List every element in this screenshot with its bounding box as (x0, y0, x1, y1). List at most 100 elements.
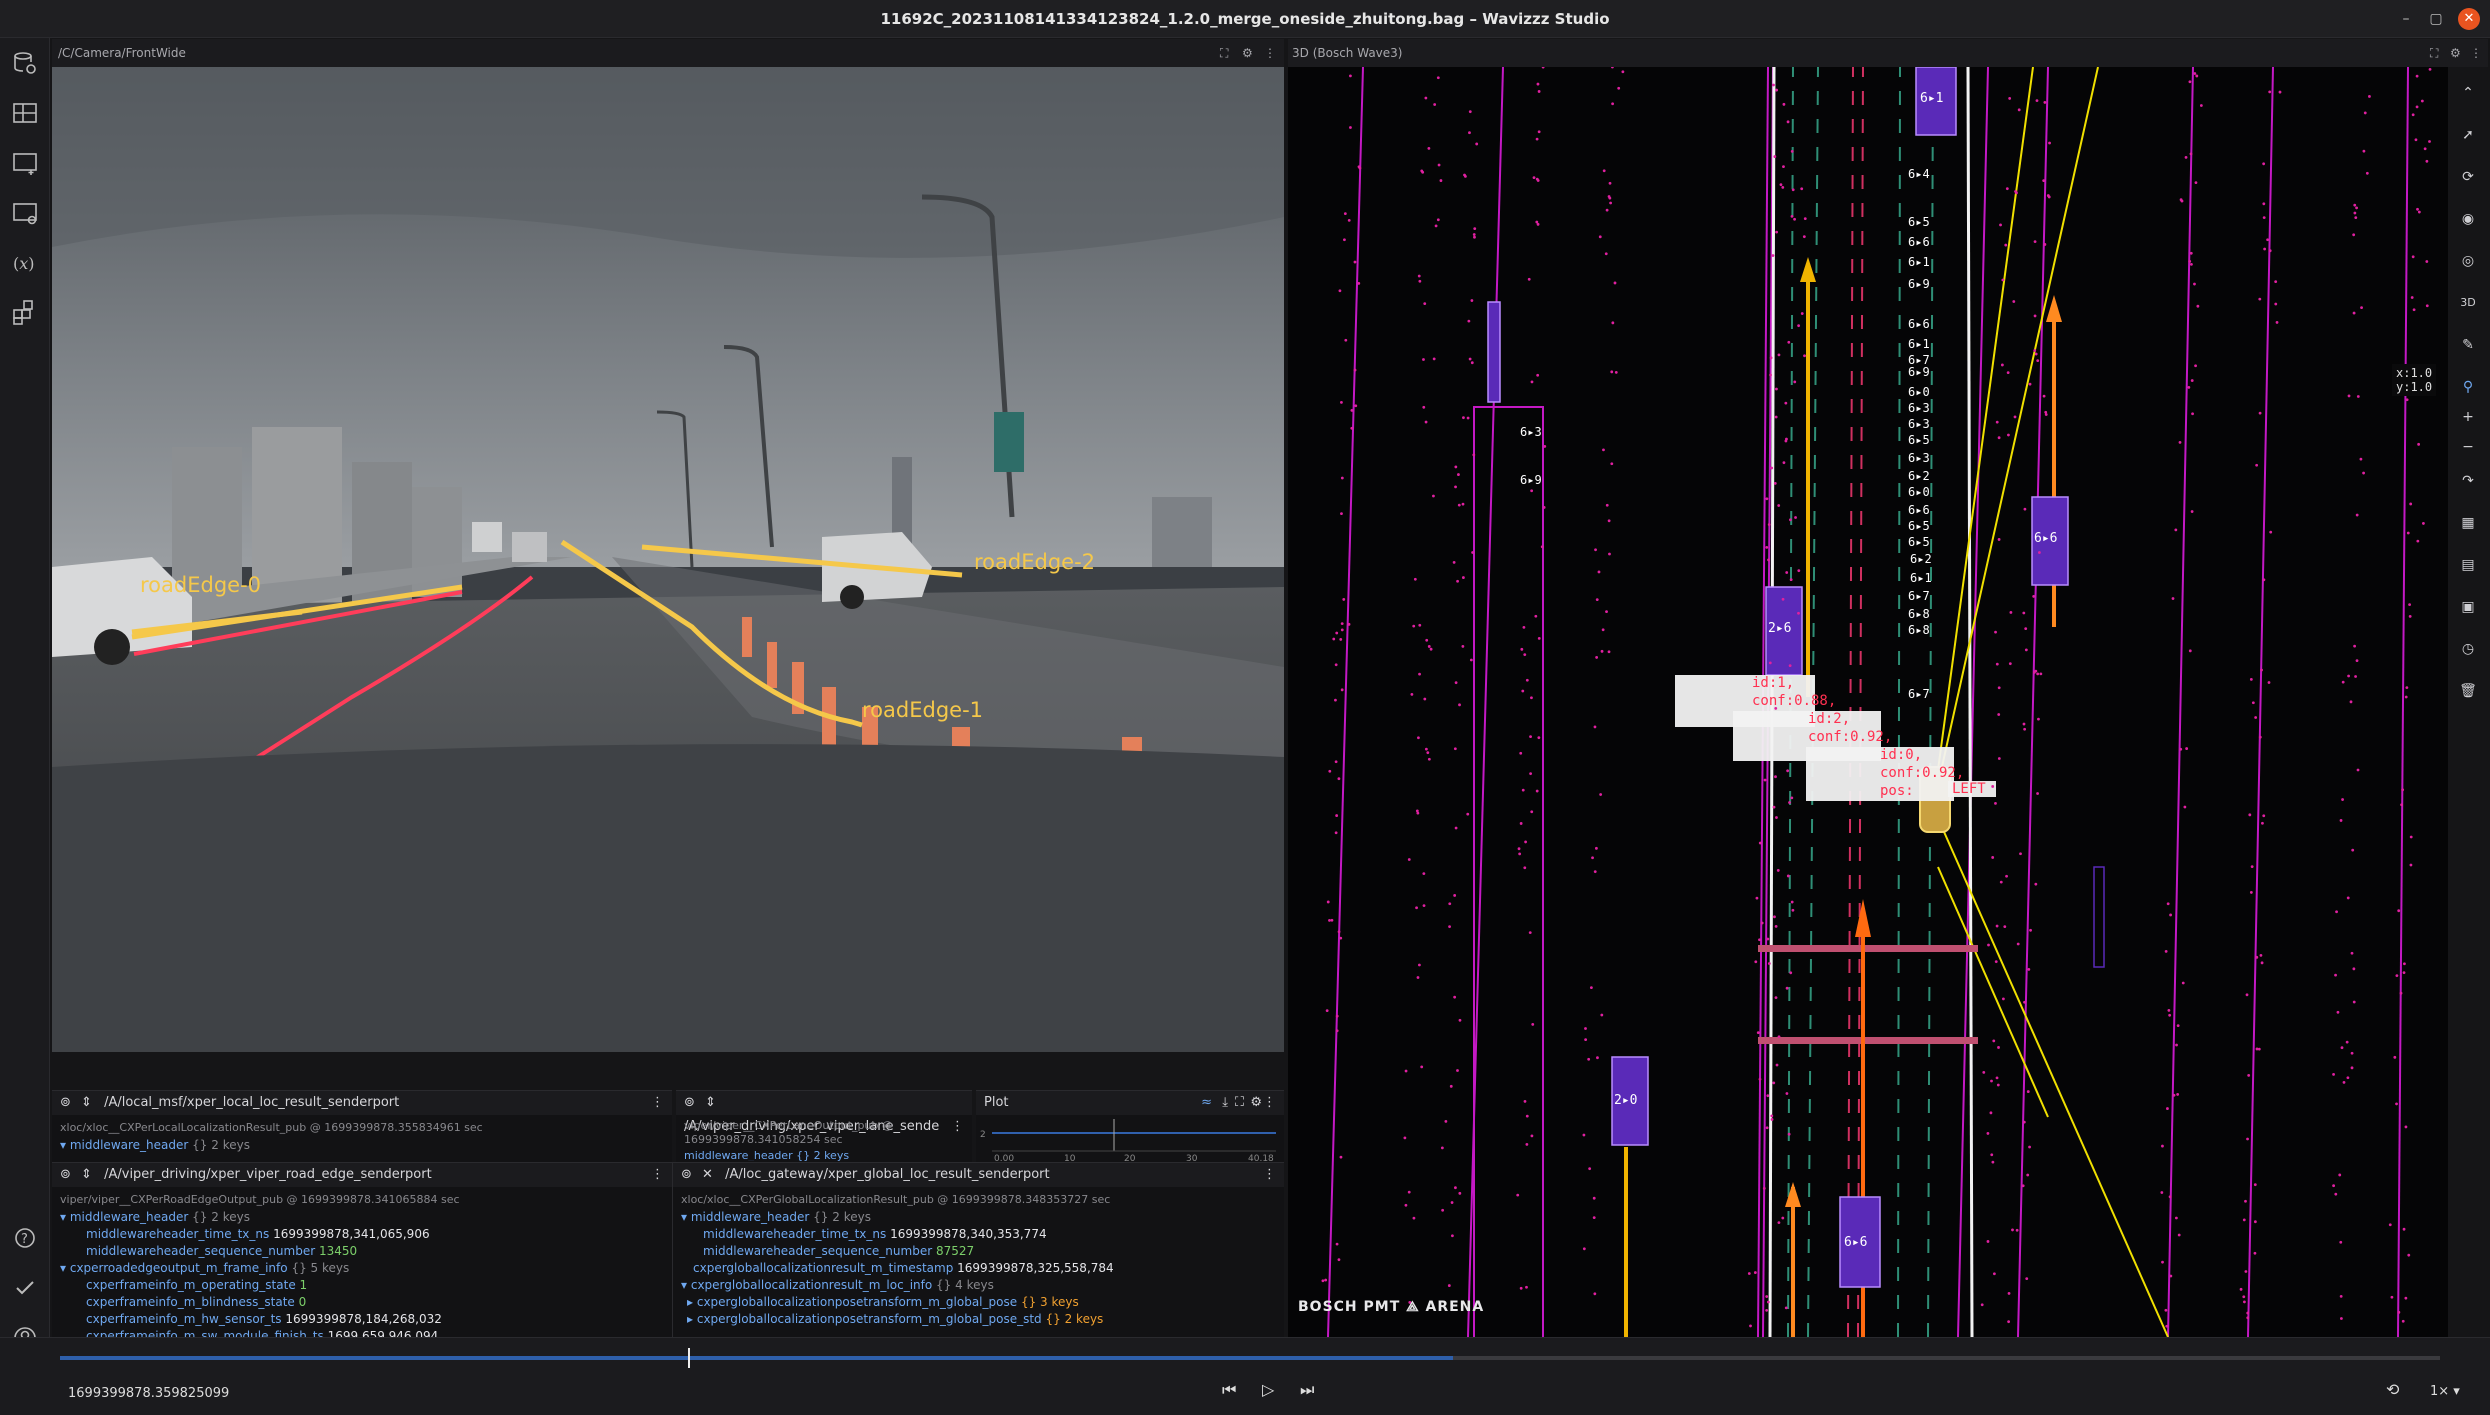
point-marker (1788, 664, 1792, 668)
zoom-in-icon[interactable]: + (2454, 403, 2482, 431)
more-menu-icon[interactable]: ⋮ (951, 1115, 964, 1139)
point-marker (1996, 1083, 2000, 1087)
help-icon[interactable]: ? (10, 1223, 40, 1253)
layers-icon[interactable]: ▣ (2454, 593, 2482, 621)
tree-row[interactable]: cxpergloballocalizationresult_m_timestam… (693, 1260, 1114, 1277)
point-marker (1605, 208, 1609, 212)
3d-view-icon[interactable]: 3D (2454, 289, 2482, 317)
loop-icon[interactable]: ⟲ (2386, 1380, 2399, 1399)
point-marker (1997, 1046, 2000, 1049)
tree-row[interactable]: middlewareheader_time_tx_ns 1699399878,3… (703, 1226, 1047, 1243)
tree-row[interactable]: cxperframeinfo_m_operating_state 1 (86, 1277, 307, 1294)
add-panel-icon[interactable] (10, 148, 40, 178)
tree-row[interactable]: cxperframeinfo_m_hw_sensor_ts 1699399878… (86, 1311, 442, 1328)
trash-icon[interactable]: 🗑 (2454, 677, 2482, 705)
point-marker (1350, 426, 1354, 430)
point-marker (1535, 137, 1539, 141)
tree-row[interactable]: cxperframeinfo_m_blindness_state 0 (86, 1294, 306, 1311)
road-edge-topic[interactable]: /A/viper_driving/xper_viper_road_edge_se… (104, 1167, 432, 1182)
tree-row[interactable]: ▸ cxpergloballocalizationposetransform_m… (687, 1311, 1103, 1328)
road-edge-subtitle: viper/viper__CXPerRoadEdgeOutput_pub @ 1… (60, 1193, 460, 1206)
speed-select[interactable]: 1× ▾ (2430, 1384, 2460, 1399)
link-icon[interactable]: ≈ (1201, 1091, 1212, 1115)
plot-chart[interactable]: 2 0.00 10 20 30 40.18 (976, 1115, 1284, 1163)
expand-icon[interactable]: ⇕ (81, 1167, 92, 1182)
gps-icon[interactable]: ◎ (2454, 247, 2482, 275)
download-icon[interactable]: ⤓ (1222, 1091, 1228, 1115)
map-icon[interactable]: ▦ (2454, 509, 2482, 537)
point-marker (1773, 915, 1776, 919)
expand-icon[interactable]: ⇕ (705, 1095, 716, 1110)
point-marker (1789, 518, 1792, 522)
tree-row[interactable]: middlewareheader_sequence_number 13450 (86, 1243, 357, 1260)
zoom-out-icon[interactable]: − (2454, 433, 2482, 461)
clock-icon[interactable]: ◷ (2454, 635, 2482, 663)
ruler-icon[interactable]: ✎ (2454, 331, 2482, 359)
close-icon[interactable]: ✕ (702, 1167, 713, 1182)
point-marker (1425, 638, 1429, 642)
point-marker (2244, 1270, 2248, 1273)
camera-topic[interactable]: /C/Camera/FrontWide (58, 46, 186, 60)
global-loc-topic[interactable]: /A/loc_gateway/xper_global_loc_result_se… (725, 1167, 1050, 1182)
select-tool-icon[interactable]: ➚ (2454, 121, 2482, 149)
maximize-button[interactable]: ▢ (2418, 0, 2454, 38)
point-marker (2423, 147, 2427, 151)
point-marker (2037, 717, 2040, 721)
gear-icon[interactable]: ⚙ (1250, 1091, 1262, 1115)
point-marker (2177, 1233, 2181, 1237)
point-marker (1608, 181, 1612, 185)
rotate-icon[interactable]: ⟳ (2454, 163, 2482, 191)
gear-icon[interactable]: ⚙ (1242, 39, 1253, 67)
data-source-icon[interactable] (10, 48, 40, 78)
point-marker (2246, 1316, 2250, 1320)
point-marker (1521, 788, 1525, 792)
play-button[interactable]: ▷ (1262, 1380, 1274, 1399)
tree-row[interactable]: middlewareheader_time_tx_ns 1699399878,3… (86, 1226, 430, 1243)
tree-row[interactable]: ▾ middleware_header {} 2 keys (60, 1209, 250, 1226)
mouse-icon[interactable]: ◉ (2454, 205, 2482, 233)
step-back-button[interactable]: ⏮ (1222, 1380, 1236, 1400)
collapse-icon[interactable]: ⌃ (2454, 79, 2482, 107)
timeline-playhead[interactable] (688, 1348, 691, 1368)
tree-row[interactable]: ▸ cxpergloballocalizationposetransform_m… (687, 1294, 1079, 1311)
point-marker (2253, 1251, 2257, 1255)
grid-icon[interactable]: ▤ (2454, 551, 2482, 579)
more-menu-icon[interactable]: ⋮ (2470, 39, 2482, 67)
fullscreen-icon[interactable]: ⛶ (1220, 39, 1228, 67)
tree-row[interactable]: ▾ middleware_header {} 2 keys (60, 1137, 250, 1154)
lane-output-row[interactable]: middleware_header {} 2 keys (684, 1147, 849, 1161)
tree-row[interactable]: middlewareheader_sequence_number 87527 (703, 1243, 974, 1260)
3d-scene[interactable]: id:1, conf:0.88, id:2, conf:0.92, id:0, … (1288, 67, 2448, 1337)
point-marker (2244, 1199, 2247, 1203)
gear-icon[interactable]: ⚙ (2450, 39, 2461, 67)
tree-row[interactable]: ▾ middleware_header {} 2 keys (681, 1209, 871, 1226)
layout-icon[interactable] (10, 98, 40, 128)
fullscreen-icon[interactable]: ⛶ (1235, 1091, 1244, 1115)
local-loc-topic[interactable]: /A/local_msf/xper_local_loc_result_sende… (104, 1095, 399, 1110)
more-menu-icon[interactable]: ⋮ (651, 1163, 664, 1187)
panel-settings-icon[interactable] (10, 198, 40, 228)
fullscreen-icon[interactable]: ⛶ (2430, 39, 2438, 67)
camera-scene-svg: roadEdge-0 roadEdge-1 roadEdge-2 (52, 67, 1284, 1052)
point-marker (1767, 962, 1771, 965)
step-forward-button[interactable]: ⏭ (1300, 1380, 1314, 1400)
panel-icon: ⊚ (681, 1167, 692, 1182)
point-marker (1758, 1077, 1762, 1081)
tree-row[interactable]: ▾ cxperroadedgeoutput_m_frame_info {} 5 … (60, 1260, 349, 1277)
more-menu-icon[interactable]: ⋮ (1263, 1163, 1276, 1187)
point-marker (1617, 86, 1621, 90)
more-menu-icon[interactable]: ⋮ (1264, 39, 1276, 67)
variables-icon[interactable]: (𝑥) (10, 248, 40, 278)
vehicle-label: 6▸1 (1920, 91, 1944, 106)
timeline-track[interactable] (60, 1348, 2440, 1368)
reset-view-icon[interactable]: ↷ (2454, 467, 2482, 495)
check-icon[interactable] (10, 1273, 40, 1303)
extensions-icon[interactable] (10, 298, 40, 328)
expand-icon[interactable]: ⇕ (81, 1095, 92, 1110)
tree-row[interactable]: ▾ cxpergloballocalizationresult_m_loc_in… (681, 1277, 994, 1294)
pin-icon[interactable]: ⚲ (2454, 373, 2482, 401)
close-button[interactable]: ✕ (2458, 8, 2480, 30)
point-marker (1458, 1018, 1462, 1022)
more-menu-icon[interactable]: ⋮ (1263, 1091, 1276, 1115)
more-menu-icon[interactable]: ⋮ (651, 1091, 664, 1115)
